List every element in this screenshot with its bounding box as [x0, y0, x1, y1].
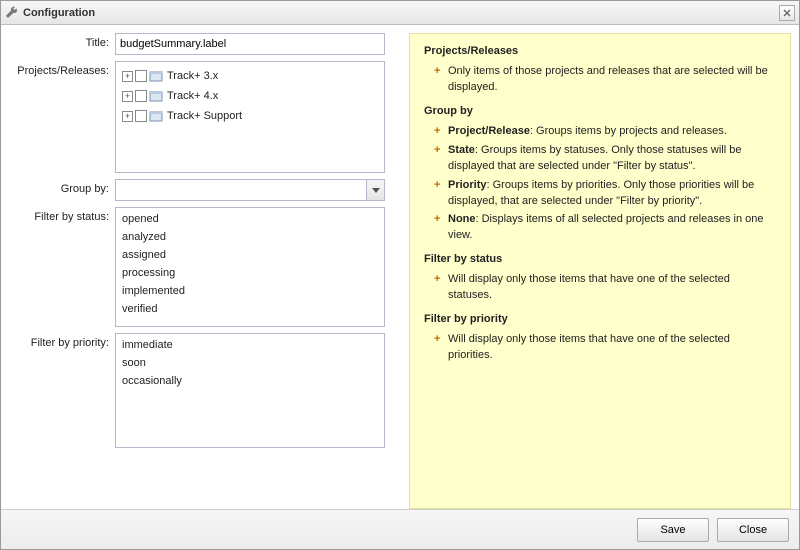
filter-status-label: Filter by status: — [9, 207, 115, 223]
project-icon — [149, 69, 163, 83]
tree-node[interactable]: + Track+ 3.x — [120, 66, 380, 86]
window-close-button[interactable] — [779, 5, 795, 21]
filter-priority-label: Filter by priority: — [9, 333, 115, 349]
help-bullet: None: Displays items of all selected pro… — [438, 212, 776, 244]
help-bullet: Will display only those items that have … — [438, 272, 776, 304]
dropdown-trigger[interactable] — [366, 180, 384, 200]
title-input[interactable] — [115, 33, 385, 55]
chevron-down-icon — [372, 188, 380, 193]
checkbox[interactable] — [135, 70, 147, 82]
checkbox[interactable] — [135, 110, 147, 122]
groupby-input[interactable] — [116, 180, 366, 200]
close-icon — [783, 9, 791, 17]
tree-node-label: Track+ 4.x — [165, 90, 218, 102]
checkbox[interactable] — [135, 90, 147, 102]
expand-icon[interactable]: + — [122, 91, 133, 102]
groupby-select[interactable] — [115, 179, 385, 201]
dialog-body: Title: Projects/Releases: + Track+ 3.x — [1, 25, 799, 509]
list-item[interactable]: analyzed — [120, 228, 380, 246]
title-label: Title: — [9, 33, 115, 49]
groupby-label: Group by: — [9, 179, 115, 195]
filter-priority-list[interactable]: immediate soon occasionally — [115, 333, 385, 448]
list-item[interactable]: processing — [120, 264, 380, 282]
help-heading-fstatus: Filter by status — [424, 252, 776, 268]
tree-node-label: Track+ Support — [165, 110, 242, 122]
expand-icon[interactable]: + — [122, 111, 133, 122]
help-heading-groupby: Group by — [424, 104, 776, 120]
expand-icon[interactable]: + — [122, 71, 133, 82]
help-panel: Projects/Releases Only items of those pr… — [409, 33, 791, 509]
help-bullet: Only items of those projects and release… — [438, 64, 776, 96]
help-bullet: State: Groups items by statuses. Only th… — [438, 143, 776, 175]
close-button[interactable]: Close — [717, 518, 789, 542]
projects-label: Projects/Releases: — [9, 61, 115, 77]
tree-node[interactable]: + Track+ 4.x — [120, 86, 380, 106]
project-icon — [149, 89, 163, 103]
help-bullet: Priority: Groups items by priorities. On… — [438, 178, 776, 210]
help-bullet: Project/Release: Groups items by project… — [438, 124, 776, 140]
wrench-icon — [5, 6, 19, 20]
config-dialog: Configuration Title: Projects/Releases: … — [0, 0, 800, 550]
project-icon — [149, 109, 163, 123]
help-heading-projects: Projects/Releases — [424, 44, 776, 60]
filter-status-list[interactable]: opened analyzed assigned processing impl… — [115, 207, 385, 327]
projects-tree[interactable]: + Track+ 3.x + Track+ 4.x + — [115, 61, 385, 173]
list-item[interactable]: soon — [120, 354, 380, 372]
dialog-footer: Save Close — [1, 509, 799, 549]
list-item[interactable]: opened — [120, 210, 380, 228]
list-item[interactable]: immediate — [120, 336, 380, 354]
list-item[interactable]: implemented — [120, 282, 380, 300]
tree-node-label: Track+ 3.x — [165, 70, 218, 82]
tree-node[interactable]: + Track+ Support — [120, 106, 380, 126]
save-button[interactable]: Save — [637, 518, 709, 542]
list-item[interactable]: occasionally — [120, 372, 380, 390]
help-heading-fpriority: Filter by priority — [424, 312, 776, 328]
titlebar: Configuration — [1, 1, 799, 25]
window-title: Configuration — [23, 7, 779, 19]
form-panel: Title: Projects/Releases: + Track+ 3.x — [9, 33, 399, 509]
list-item[interactable]: assigned — [120, 246, 380, 264]
list-item[interactable]: verified — [120, 300, 380, 318]
help-bullet: Will display only those items that have … — [438, 332, 776, 364]
